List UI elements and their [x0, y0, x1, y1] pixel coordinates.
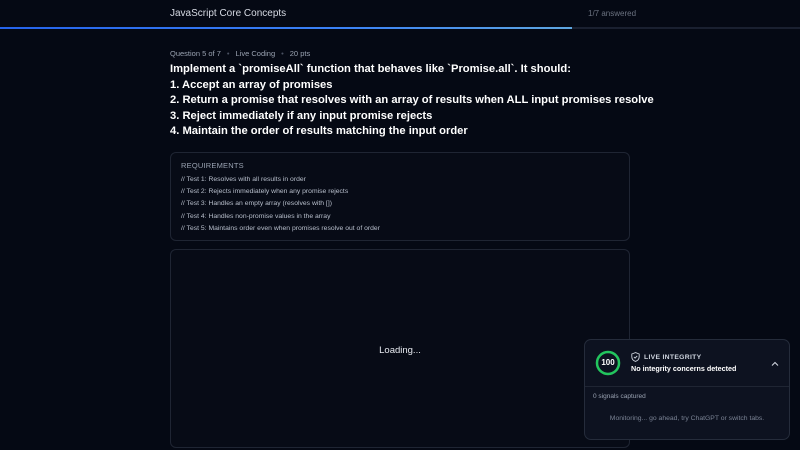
requirement-test: // Test 2: Rejects immediately when any … — [181, 188, 349, 196]
panel-divider — [585, 386, 789, 387]
signals-count: 0 signals captured — [593, 393, 646, 400]
integrity-score-ring: 100 — [595, 350, 621, 376]
progress-bar-fill — [0, 27, 572, 29]
meta-separator: • — [281, 49, 284, 58]
top-bar: JavaScript Core Concepts 1/7 answered — [0, 0, 800, 28]
question-line: 2. Return a promise that resolves with a… — [170, 94, 654, 106]
answered-count: 1/7 answered — [588, 9, 637, 18]
integrity-status: No integrity concerns detected — [631, 364, 737, 373]
question-meta: Question 5 of 7 • Live Coding • 20 pts — [170, 49, 310, 58]
editor-loading-text: Loading... — [379, 345, 421, 356]
monitoring-message: Monitoring... go ahead, try ChatGPT or s… — [609, 415, 765, 422]
question-line: 4. Maintain the order of results matchin… — [170, 125, 468, 137]
integrity-header: LIVE INTEGRITY — [631, 352, 701, 362]
question-points: 20 pts — [289, 49, 311, 58]
quiz-title: JavaScript Core Concepts — [170, 8, 287, 19]
requirement-test: // Test 5: Maintains order even when pro… — [181, 224, 380, 232]
question-line: 1. Accept an array of promises — [170, 78, 333, 91]
integrity-label: LIVE INTEGRITY — [644, 353, 702, 361]
progress-bar — [0, 27, 800, 29]
question-line: 3. Reject immediately if any input promi… — [170, 109, 433, 122]
requirement-test: // Test 4: Handles non-promise values in… — [181, 212, 331, 220]
requirement-test: // Test 3: Handles an empty array (resol… — [181, 200, 332, 208]
code-editor[interactable]: Loading... — [170, 249, 630, 448]
requirement-test: // Test 1: Resolves with all results in … — [181, 176, 306, 183]
question-line: Implement a `promiseAll` function that b… — [170, 63, 571, 75]
integrity-score: 100 — [601, 358, 615, 367]
chevron-up-icon — [771, 361, 779, 366]
question-prompt: Implement a `promiseAll` function that b… — [170, 62, 654, 140]
shield-icon — [631, 352, 640, 362]
question-type: Live Coding — [235, 49, 276, 58]
requirements-panel: REQUIREMENTS // Test 1: Resolves with al… — [170, 152, 630, 241]
integrity-panel: 100 LIVE INTEGRITY No integrity concerns… — [584, 339, 790, 440]
collapse-button[interactable] — [769, 357, 781, 369]
question-number: Question 5 of 7 — [170, 49, 221, 58]
requirements-title: REQUIREMENTS — [181, 161, 244, 170]
meta-separator: • — [226, 49, 230, 58]
